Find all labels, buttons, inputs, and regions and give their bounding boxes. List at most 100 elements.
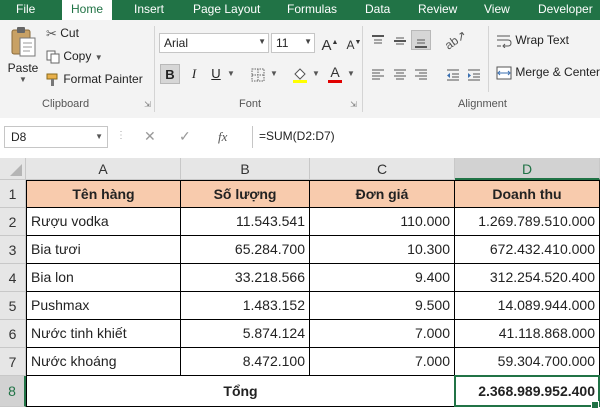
row-header-4[interactable]: 4 <box>0 264 26 292</box>
cell-b4[interactable]: 33.218.566 <box>181 264 310 292</box>
cell-d2[interactable]: 1.269.789.510.000 <box>455 208 600 236</box>
format-painter-label: Format Painter <box>63 72 143 86</box>
tab-developer[interactable]: Developer <box>538 0 593 20</box>
cell-a7[interactable]: Nước khoáng <box>26 348 181 376</box>
align-top-button[interactable] <box>368 30 388 50</box>
row-header-7[interactable]: 7 <box>0 348 26 376</box>
align-right-button[interactable] <box>411 64 431 84</box>
insert-function-icon[interactable]: fx <box>218 129 227 145</box>
paste-dropdown-icon[interactable]: ▼ <box>6 75 40 84</box>
row-header-2[interactable]: 2 <box>0 208 26 236</box>
formula-bar: D8 ▼ ⋮ ✕ ✓ fx =SUM(D2:D7) <box>0 118 600 159</box>
clipboard-group-label: Clipboard <box>42 98 90 110</box>
wrap-text-button[interactable]: Wrap Text <box>496 33 569 48</box>
borders-dropdown-icon[interactable]: ▼ <box>268 64 280 84</box>
cell-c3[interactable]: 10.300 <box>310 236 455 264</box>
align-bottom-button[interactable] <box>411 30 431 50</box>
cell-a5[interactable]: Pushmax <box>26 292 181 320</box>
cell-a1[interactable]: Tên hàng <box>26 180 181 208</box>
enter-check-icon[interactable]: ✓ <box>179 128 191 145</box>
row-header-1[interactable]: 1 <box>0 180 26 208</box>
cell-d1[interactable]: Doanh thu <box>455 180 600 208</box>
cell-d5[interactable]: 14.089.944.000 <box>455 292 600 320</box>
cell-b3[interactable]: 65.284.700 <box>181 236 310 264</box>
tab-view[interactable]: View <box>484 0 510 20</box>
cell-c7[interactable]: 7.000 <box>310 348 455 376</box>
cell-c5[interactable]: 9.500 <box>310 292 455 320</box>
row-header-5[interactable]: 5 <box>0 292 26 320</box>
group-divider <box>154 26 155 112</box>
row-header-6[interactable]: 6 <box>0 320 26 348</box>
align-middle-button[interactable] <box>390 30 410 50</box>
tab-file[interactable]: File <box>16 0 35 20</box>
cell-c6[interactable]: 7.000 <box>310 320 455 348</box>
cell-d7[interactable]: 59.304.700.000 <box>455 348 600 376</box>
cut-label: Cut <box>60 26 79 41</box>
cancel-icon[interactable]: ✕ <box>144 128 156 145</box>
column-header-b[interactable]: B <box>181 158 310 180</box>
cell-a4[interactable]: Bia lon <box>26 264 181 292</box>
cut-button[interactable]: ✂ Cut <box>46 26 79 42</box>
cell-a6[interactable]: Nước tinh khiết <box>26 320 181 348</box>
decrease-font-size-icon[interactable]: A▼ <box>344 33 364 53</box>
row-header-3[interactable]: 3 <box>0 236 26 264</box>
cell-a8-merged-total-label[interactable]: Tổng <box>26 376 455 407</box>
tab-home[interactable]: Home <box>62 0 112 20</box>
cell-b2[interactable]: 11.543.541 <box>181 208 310 236</box>
select-all-corner[interactable] <box>0 158 26 180</box>
cell-a2[interactable]: Rượu vodka <box>26 208 181 236</box>
fill-color-dropdown-icon[interactable]: ▼ <box>310 64 322 84</box>
cell-d6[interactable]: 41.118.868.000 <box>455 320 600 348</box>
column-header-a[interactable]: A <box>26 158 181 180</box>
increase-font-size-icon[interactable]: A▲ <box>320 33 340 54</box>
tab-page-layout[interactable]: Page Layout <box>193 0 260 20</box>
underline-button[interactable]: U <box>206 64 226 84</box>
cell-c4[interactable]: 9.400 <box>310 264 455 292</box>
cell-b1[interactable]: Số lượng <box>181 180 310 208</box>
borders-button[interactable] <box>248 64 268 84</box>
align-center-button[interactable] <box>390 64 410 84</box>
font-launcher-icon[interactable]: ⇲ <box>349 100 358 109</box>
font-size-select[interactable]: 11 ▼ <box>271 33 315 53</box>
column-header-d[interactable]: D <box>455 158 600 180</box>
row-header-8[interactable]: 8 <box>0 376 26 407</box>
orientation-button[interactable]: ab↗ <box>442 28 469 53</box>
cell-b5[interactable]: 1.483.152 <box>181 292 310 320</box>
formula-input[interactable]: =SUM(D2:D7) <box>252 126 600 148</box>
format-painter-button[interactable]: Format Painter <box>46 72 143 87</box>
italic-button[interactable]: I <box>184 64 204 84</box>
bold-button[interactable]: B <box>160 64 180 84</box>
paste-button[interactable]: Paste ▼ <box>6 26 40 96</box>
cell-c1[interactable]: Đơn giá <box>310 180 455 208</box>
tab-formulas[interactable]: Formulas <box>287 0 337 20</box>
alignment-group-label: Alignment <box>458 98 507 110</box>
tab-insert[interactable]: Insert <box>134 0 164 20</box>
font-color-button[interactable]: A <box>325 64 345 84</box>
copy-button[interactable]: Copy ▼ <box>46 49 103 64</box>
cell-d3[interactable]: 672.432.410.000 <box>455 236 600 264</box>
increase-indent-button[interactable] <box>464 64 484 84</box>
copy-dropdown-icon[interactable]: ▼ <box>95 53 103 62</box>
cell-b7[interactable]: 8.472.100 <box>181 348 310 376</box>
align-left-button[interactable] <box>368 64 388 84</box>
group-divider <box>488 26 489 92</box>
tab-data[interactable]: Data <box>365 0 390 20</box>
merge-center-button[interactable]: Merge & Center <box>496 65 600 80</box>
align-top-icon <box>372 34 384 44</box>
cell-a3[interactable]: Bia tươi <box>26 236 181 264</box>
cell-d4[interactable]: 312.254.520.400 <box>455 264 600 292</box>
active-cell-outline <box>454 375 600 407</box>
clipboard-launcher-icon[interactable]: ⇲ <box>143 100 152 109</box>
cell-c2[interactable]: 110.000 <box>310 208 455 236</box>
underline-dropdown-icon[interactable]: ▼ <box>225 64 237 84</box>
fill-handle[interactable] <box>591 401 599 409</box>
font-group-label: Font <box>239 98 262 110</box>
name-box[interactable]: D8 ▼ <box>4 126 108 148</box>
font-color-dropdown-icon[interactable]: ▼ <box>345 64 357 84</box>
column-header-c[interactable]: C <box>310 158 455 180</box>
fill-color-button[interactable] <box>290 64 310 84</box>
tab-review[interactable]: Review <box>418 0 457 20</box>
cell-b6[interactable]: 5.874.124 <box>181 320 310 348</box>
font-name-select[interactable]: Arial ▼ <box>159 33 269 53</box>
decrease-indent-button[interactable] <box>443 64 463 84</box>
